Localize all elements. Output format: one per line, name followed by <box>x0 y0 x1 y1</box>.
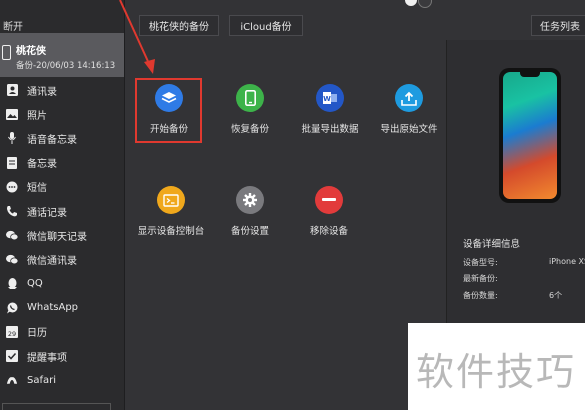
calendar-icon: 29 <box>6 325 18 338</box>
tool-label: 恢复备份 <box>230 124 269 135</box>
sidebar-item-label: Safari <box>27 374 57 386</box>
device-model-label: 设备型号: <box>463 258 498 267</box>
sidebar-item-calendar[interactable]: 29 日历 <box>0 320 124 344</box>
notes-icon <box>6 156 18 169</box>
sidebar-item-sms[interactable]: 短信 <box>0 175 124 199</box>
console-icon <box>157 186 185 214</box>
word-export-icon: W <box>316 84 344 112</box>
arrow-icon <box>119 0 155 74</box>
restore-backup-button[interactable]: 恢复备份 <box>210 84 290 135</box>
sidebar-item-label: 通话记录 <box>27 207 67 219</box>
backup-settings-button[interactable]: 备份设置 <box>210 186 290 237</box>
disconnect-button[interactable]: 断开 <box>3 18 23 33</box>
tab-icloud-backup[interactable]: iCloud备份 <box>229 15 303 36</box>
qq-icon <box>6 277 18 290</box>
upload-icon <box>395 84 423 112</box>
reminders-icon <box>6 350 18 363</box>
iphone-screen <box>503 72 557 199</box>
sidebar-item-label: 微信聊天记录 <box>27 231 87 243</box>
sidebar-item-wechat-chats[interactable]: 微信聊天记录 <box>0 223 124 247</box>
iphone-image <box>499 68 561 203</box>
sidebar-item-contacts[interactable]: 通讯录 <box>0 78 124 102</box>
svg-text:W: W <box>323 95 331 103</box>
tool-label: 备份设置 <box>230 226 269 237</box>
tool-label: 移除设备 <box>309 226 348 237</box>
backup-count-row: 备份数量: 6个 <box>463 290 585 301</box>
gear-icon <box>236 186 264 214</box>
backup-count-label: 备份数量: <box>463 291 498 300</box>
remove-device-button[interactable]: 移除设备 <box>289 186 369 237</box>
sidebar-item-label: WhatsApp <box>27 302 79 314</box>
export-raw-files-button[interactable]: 导出原始文件 <box>369 84 449 135</box>
device-model-value: iPhone XS <box>549 257 585 266</box>
phone-restore-icon <box>236 84 264 112</box>
device-card[interactable]: 桃花侠 备份-20/06/03 14:16:13 <box>0 33 124 77</box>
sidebar-item-reminders[interactable]: 提醒事项 <box>0 344 124 368</box>
sidebar-item-whatsapp[interactable]: WhatsApp <box>0 296 124 320</box>
microphone-icon <box>6 132 18 145</box>
tool-label: 导出原始文件 <box>380 124 438 135</box>
sidebar-item-wechat-contacts[interactable]: 微信通讯录 <box>0 247 124 271</box>
latest-backup-label: 最新备份: <box>463 274 498 283</box>
iphone-notch <box>520 72 540 77</box>
watermark-text: 软件技巧 <box>416 350 577 394</box>
whatsapp-icon <box>6 302 18 314</box>
sidebar-item-label: 微信通讯录 <box>27 255 77 267</box>
batch-export-button[interactable]: W 批量导出数据 <box>290 84 370 135</box>
device-name: 桃花侠 <box>16 46 46 57</box>
sidebar-item-label: 短信 <box>27 183 47 195</box>
sidebar-item-qq[interactable]: QQ <box>0 272 124 296</box>
sidebar-item-call-log[interactable]: 通话记录 <box>0 199 124 223</box>
highlight-box <box>135 78 202 143</box>
contacts-icon <box>6 84 18 97</box>
minus-icon <box>315 186 343 214</box>
sidebar-item-notes[interactable]: 备忘录 <box>0 151 124 175</box>
latest-backup-row: 最新备份: <box>463 273 585 284</box>
device-backup-time: 备份-20/06/03 14:16:13 <box>16 61 116 71</box>
sidebar-item-label: 照片 <box>27 110 47 122</box>
sidebar-item-label: 语音备忘录 <box>27 134 77 146</box>
sidebar-item-voice-memos[interactable]: 语音备忘录 <box>0 126 124 150</box>
sidebar-item-photos[interactable]: 照片 <box>0 102 124 126</box>
wechat-icon <box>6 229 18 241</box>
sidebar: 断开 桃花侠 备份-20/06/03 14:16:13 通讯录 照片 语音备忘录 <box>0 0 125 410</box>
sidebar-item-label: 日历 <box>27 328 47 340</box>
phone-icon <box>2 45 11 60</box>
svg-text:29: 29 <box>8 330 16 338</box>
sidebar-nav: 通讯录 照片 语音备忘录 备忘录 短信 通话记录 微信聊天记录 微信通讯录 QQ… <box>0 78 124 392</box>
photos-icon <box>6 108 18 120</box>
top-bar: 桃花侠的备份 iCloud备份 任务列表 <box>125 0 585 40</box>
safari-icon <box>6 374 18 386</box>
watermark: 软件技巧 <box>408 323 585 410</box>
task-list-button[interactable]: 任务列表 <box>531 15 585 36</box>
sidebar-item-label: 通讯录 <box>27 86 57 98</box>
message-icon <box>6 181 18 193</box>
sidebar-item-label: QQ <box>27 278 43 290</box>
sidebar-item-label: 备忘录 <box>27 159 57 171</box>
tool-label: 批量导出数据 <box>301 124 359 135</box>
phone-call-icon <box>6 205 18 217</box>
device-model-row: 设备型号: iPhone XS <box>463 257 585 268</box>
device-console-button[interactable]: 显示设备控制台 <box>131 186 211 237</box>
device-info-title: 设备详细信息 <box>463 239 521 250</box>
sidebar-item-label: 提醒事项 <box>27 352 67 364</box>
sidebar-footer <box>2 403 111 410</box>
wechat-contacts-icon <box>6 253 18 265</box>
tool-label: 显示设备控制台 <box>137 226 205 237</box>
backup-count-value: 6个 <box>549 291 563 300</box>
sidebar-item-safari[interactable]: Safari <box>0 368 124 392</box>
